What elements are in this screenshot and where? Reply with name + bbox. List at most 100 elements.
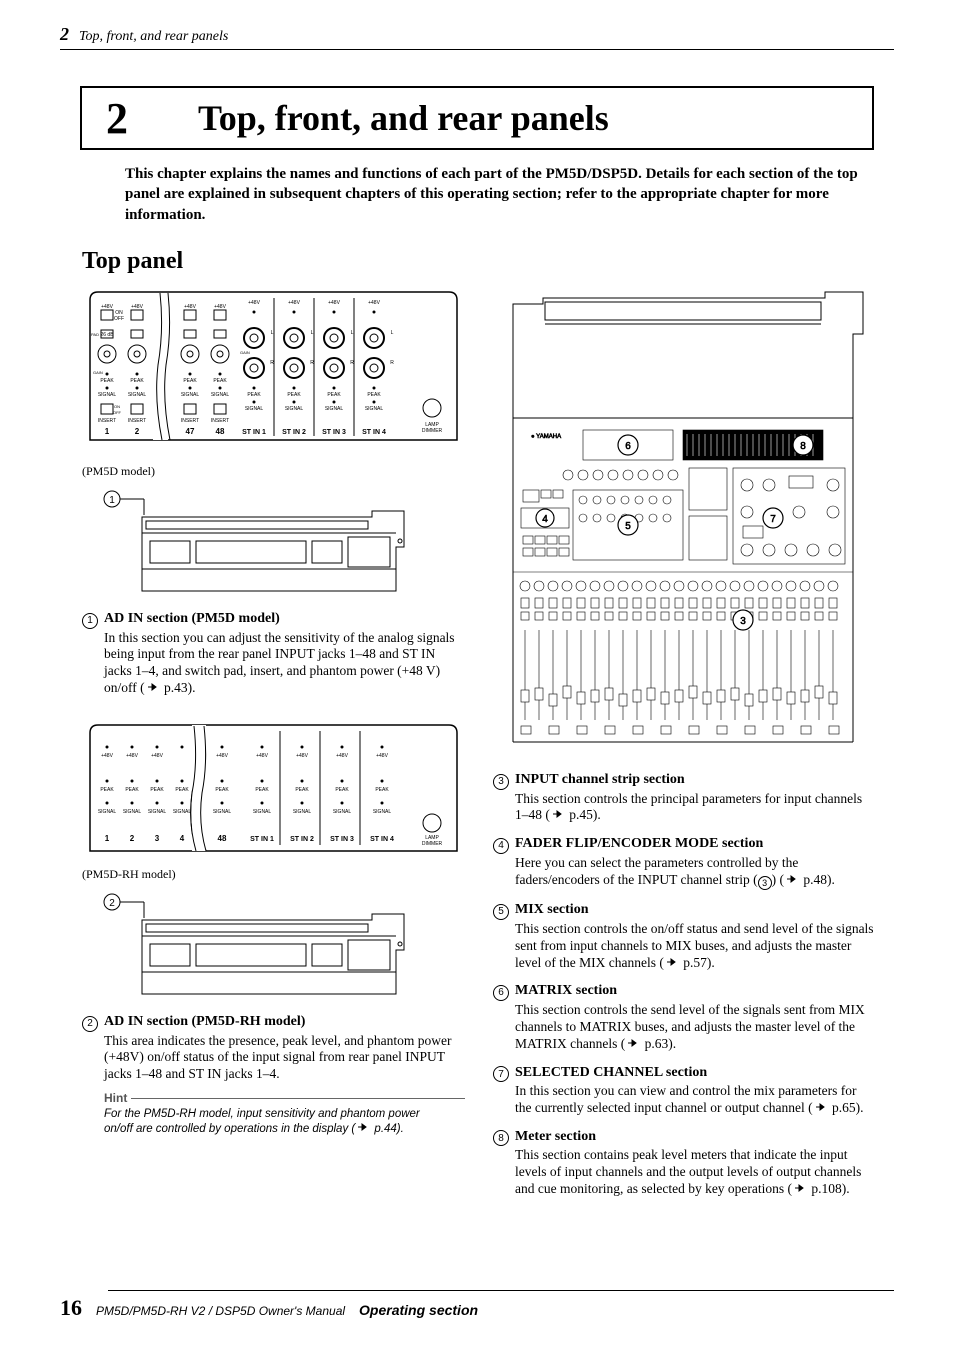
svg-text:PEAK: PEAK bbox=[183, 378, 197, 384]
svg-text:48: 48 bbox=[218, 834, 227, 843]
pm5d-ad-in-diagram: +48VONOFF 26 dBPAD GAIN PEAK SIGNAL ONOF… bbox=[82, 290, 465, 460]
inline-circled-3-icon: 3 bbox=[758, 876, 772, 890]
svg-text:SIGNAL: SIGNAL bbox=[148, 809, 167, 815]
svg-text:1: 1 bbox=[105, 427, 110, 436]
svg-text:+48V: +48V bbox=[248, 300, 260, 306]
item-body: In this section you can adjust the sensi… bbox=[104, 630, 465, 698]
svg-text:PEAK: PEAK bbox=[375, 787, 389, 793]
hint-body: For the PM5D-RH model, input sensitivity… bbox=[104, 1107, 444, 1136]
svg-text:OFF: OFF bbox=[113, 410, 122, 415]
page-footer: 16 PM5D/PM5D-RH V2 / DSP5D Owner's Manua… bbox=[60, 1295, 894, 1321]
svg-text:GAIN: GAIN bbox=[240, 350, 250, 355]
page-ref-arrow-icon bbox=[625, 1038, 641, 1048]
svg-text:+48V: +48V bbox=[214, 304, 226, 310]
svg-text:ST IN 4: ST IN 4 bbox=[362, 429, 386, 436]
section-heading: Top panel bbox=[82, 248, 183, 275]
svg-text:SIGNAL: SIGNAL bbox=[365, 406, 384, 412]
circled-number-8-icon: 8 bbox=[493, 1130, 509, 1146]
figure-pm5d-ad-in: +48VONOFF 26 dBPAD GAIN PEAK SIGNAL ONOF… bbox=[82, 290, 465, 599]
svg-text:ON: ON bbox=[114, 404, 120, 409]
svg-text:+48V: +48V bbox=[216, 753, 228, 759]
svg-text:● YAMAHA: ● YAMAHA bbox=[531, 434, 561, 440]
svg-text:4: 4 bbox=[542, 514, 548, 525]
item-heading: 7 SELECTED CHANNEL section bbox=[493, 1065, 876, 1082]
item-heading: 5 MIX section bbox=[493, 902, 876, 919]
svg-text:1: 1 bbox=[109, 495, 115, 506]
item-title: AD IN section (PM5D model) bbox=[104, 611, 280, 627]
svg-text:PEAK: PEAK bbox=[213, 378, 227, 384]
svg-text:PEAK: PEAK bbox=[130, 378, 144, 384]
item-body: In this section you can view and control… bbox=[515, 1083, 876, 1117]
svg-text:PEAK: PEAK bbox=[247, 392, 261, 398]
figure-caption: (PM5D model) bbox=[82, 464, 465, 479]
svg-text:ST IN 3: ST IN 3 bbox=[330, 836, 354, 843]
svg-text:+48V: +48V bbox=[328, 300, 340, 306]
circled-number-7-icon: 7 bbox=[493, 1066, 509, 1082]
chapter-intro: This chapter explains the names and func… bbox=[125, 164, 865, 225]
svg-text:+48V: +48V bbox=[288, 300, 300, 306]
svg-text:+48V: +48V bbox=[184, 304, 196, 310]
list-item-1: 1 AD IN section (PM5D model) In this sec… bbox=[82, 611, 465, 697]
right-column: ● YAMAHA 6 8 4 bbox=[493, 290, 876, 1198]
item-body: Here you can select the parameters contr… bbox=[515, 855, 876, 891]
svg-text:2: 2 bbox=[135, 427, 140, 436]
header-chapter-title: Top, front, and rear panels bbox=[79, 29, 228, 45]
svg-text:ST IN 1: ST IN 1 bbox=[242, 429, 266, 436]
item-body: This section contains peak level meters … bbox=[515, 1147, 876, 1198]
svg-text:SIGNAL: SIGNAL bbox=[245, 406, 264, 412]
svg-text:L: L bbox=[271, 330, 274, 336]
page-ref-arrow-icon bbox=[784, 874, 800, 884]
svg-text:SIGNAL: SIGNAL bbox=[325, 406, 344, 412]
svg-text:8: 8 bbox=[800, 441, 806, 452]
svg-text:SIGNAL: SIGNAL bbox=[123, 809, 142, 815]
chapter-number: 2 bbox=[106, 93, 128, 144]
svg-text:+48V: +48V bbox=[151, 753, 163, 759]
item-body: This area indicates the presence, peak l… bbox=[104, 1033, 465, 1084]
two-column-layout: +48VONOFF 26 dBPAD GAIN PEAK SIGNAL ONOF… bbox=[82, 290, 876, 1198]
svg-text:PEAK: PEAK bbox=[335, 787, 349, 793]
circled-number-5-icon: 5 bbox=[493, 904, 509, 920]
item-body: This section controls the principal para… bbox=[515, 791, 876, 825]
svg-text:+48V: +48V bbox=[126, 753, 138, 759]
svg-text:48: 48 bbox=[216, 427, 225, 436]
svg-text:2: 2 bbox=[109, 898, 115, 909]
svg-text:PEAK: PEAK bbox=[100, 787, 114, 793]
svg-text:+48V: +48V bbox=[131, 304, 143, 310]
callout-console-2: 2 bbox=[82, 882, 465, 1002]
footer-section-title: Operating section bbox=[359, 1302, 478, 1318]
svg-text:INSERT: INSERT bbox=[98, 418, 116, 424]
svg-text:SIGNAL: SIGNAL bbox=[373, 809, 392, 815]
svg-text:SIGNAL: SIGNAL bbox=[213, 809, 232, 815]
svg-text:PEAK: PEAK bbox=[287, 392, 301, 398]
svg-text:OFF: OFF bbox=[114, 316, 124, 322]
svg-text:PEAK: PEAK bbox=[125, 787, 139, 793]
svg-text:2: 2 bbox=[130, 834, 135, 843]
svg-text:SIGNAL: SIGNAL bbox=[128, 392, 147, 398]
list-item-5: 5 MIX section This section controls the … bbox=[493, 902, 876, 971]
list-item-6: 6 MATRIX section This section controls t… bbox=[493, 983, 876, 1052]
svg-text:3: 3 bbox=[740, 616, 746, 627]
svg-text:ST IN 1: ST IN 1 bbox=[250, 836, 274, 843]
svg-text:DIMMER: DIMMER bbox=[422, 841, 443, 847]
footer-rule bbox=[108, 1290, 894, 1291]
svg-text:4: 4 bbox=[180, 834, 185, 843]
svg-text:SIGNAL: SIGNAL bbox=[98, 392, 117, 398]
item-body: This section controls the send level of … bbox=[515, 1002, 876, 1053]
svg-text:SIGNAL: SIGNAL bbox=[211, 392, 230, 398]
svg-text:47: 47 bbox=[186, 427, 195, 436]
svg-text:SIGNAL: SIGNAL bbox=[293, 809, 312, 815]
item-title: FADER FLIP/ENCODER MODE section bbox=[515, 836, 763, 852]
hint-label: Hint bbox=[104, 1091, 465, 1105]
footer-manual-title: PM5D/PM5D-RH V2 / DSP5D Owner's Manual bbox=[96, 1304, 345, 1318]
svg-text:+48V: +48V bbox=[101, 753, 113, 759]
svg-text:PAD: PAD bbox=[91, 332, 99, 337]
svg-text:GAIN: GAIN bbox=[93, 370, 103, 375]
page-ref-arrow-icon bbox=[355, 1122, 371, 1132]
svg-text:ST IN 2: ST IN 2 bbox=[290, 836, 314, 843]
svg-text:3: 3 bbox=[155, 834, 160, 843]
svg-text:PEAK: PEAK bbox=[327, 392, 341, 398]
svg-text:+48V: +48V bbox=[256, 753, 268, 759]
svg-text:26 dB: 26 dB bbox=[100, 332, 114, 338]
svg-text:SIGNAL: SIGNAL bbox=[333, 809, 352, 815]
list-item-8: 8 Meter section This section contains pe… bbox=[493, 1129, 876, 1198]
